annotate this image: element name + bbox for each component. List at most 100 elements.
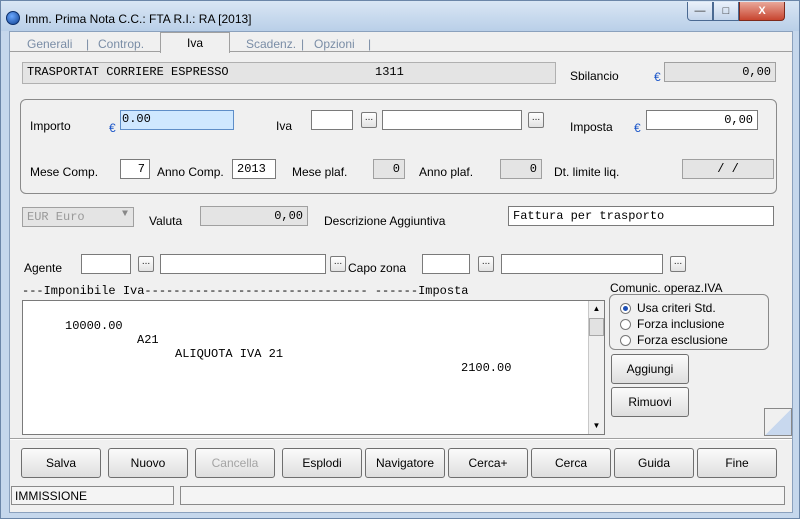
app-icon [6, 11, 20, 25]
status-mode: IMMISSIONE [11, 486, 174, 505]
fine-button[interactable]: Fine [697, 448, 777, 478]
minimize-icon: — [694, 5, 706, 17]
tab-separator: | [368, 37, 372, 51]
agente-lookup-button[interactable]: ... [138, 256, 154, 272]
radio-forza-inclusione[interactable]: Forza inclusione [620, 317, 724, 331]
capozona-lookup-button[interactable]: ... [478, 256, 494, 272]
anno-plaf-label: Anno plaf. [419, 165, 474, 179]
tab-opzioni[interactable]: Opzioni [314, 34, 355, 52]
tab-scadenze[interactable]: Scadenz. [246, 34, 296, 52]
radio-usa-criteri[interactable]: Usa criteri Std. [620, 301, 716, 315]
sbilancio-field: 0,00 [664, 62, 776, 82]
form-client-area: Generali | Controp. Iva Scadenz. | Opzio… [9, 31, 793, 513]
application-window: Imm. Prima Nota C.C.: FTA R.I.: RA [2013… [0, 0, 800, 519]
iva-lookup-button[interactable]: ... [361, 112, 377, 128]
tab-contrope[interactable]: Controp. [98, 34, 144, 52]
close-icon: X [758, 5, 766, 17]
vat-lines-list[interactable]: 10000.00 A21 ALIQUOTA IVA 21 2100.00 ▲ ▼ [22, 300, 605, 435]
valuta-selected-value: EUR Euro [27, 210, 85, 224]
esplodi-button[interactable]: Esplodi [282, 448, 362, 478]
descrizione-input[interactable]: Fattura per trasporto [508, 206, 774, 226]
window-title: Imm. Prima Nota C.C.: FTA R.I.: RA [2013… [25, 12, 252, 26]
description-text: TRASPORTAT CORRIERE ESPRESSO [27, 65, 229, 79]
mese-comp-input[interactable]: 7 [120, 159, 150, 179]
capozona-desc-lookup-button[interactable]: ... [670, 256, 686, 272]
valuta-amount-field: 0,00 [200, 206, 308, 226]
iva-description-input[interactable] [382, 110, 522, 130]
tab-separator: | [301, 37, 305, 51]
tab-strip: Generali | Controp. Iva Scadenz. | Opzio… [10, 32, 792, 53]
importo-input[interactable]: 0.00 [120, 110, 234, 130]
chevron-down-icon: ▼ [121, 209, 128, 220]
aggiungi-button[interactable]: Aggiungi [611, 354, 689, 384]
rimuovi-button[interactable]: Rimuovi [611, 387, 689, 417]
tab-generali[interactable]: Generali [27, 34, 72, 52]
euro-icon: € [634, 121, 641, 135]
guida-button[interactable]: Guida [614, 448, 694, 478]
comunic-title: Comunic. operaz.IVA [610, 281, 723, 295]
maximize-button[interactable]: □ [713, 2, 739, 21]
cerca-button[interactable]: Cerca [531, 448, 611, 478]
title-bar: Imm. Prima Nota C.C.: FTA R.I.: RA [2013… [1, 1, 799, 31]
scroll-down-icon[interactable]: ▼ [589, 418, 604, 434]
mese-plaf-label: Mese plaf. [292, 165, 348, 179]
close-button[interactable]: X [739, 2, 785, 21]
status-message [180, 486, 785, 505]
radio-label: Usa criteri Std. [637, 301, 716, 315]
radio-unchecked-icon [620, 334, 631, 346]
euro-icon: € [654, 70, 661, 84]
imposta-label: Imposta [570, 120, 613, 134]
mese-comp-label: Mese Comp. [30, 165, 99, 179]
dt-limite-field: / / [682, 159, 774, 179]
anno-comp-label: Anno Comp. [157, 165, 224, 179]
descrizione-cell: ALIQUOTA IVA 21 [175, 347, 284, 361]
list-item[interactable]: 10000.00 A21 ALIQUOTA IVA 21 2100.00 [23, 305, 589, 375]
radio-label: Forza inclusione [637, 317, 725, 331]
corner-resize-icon[interactable] [764, 408, 792, 436]
euro-icon: € [109, 121, 116, 135]
maximize-icon: □ [722, 5, 730, 17]
scroll-thumb[interactable] [589, 318, 604, 336]
radio-label: Forza esclusione [637, 333, 728, 347]
tab-separator: | [86, 37, 90, 51]
radio-checked-icon [620, 302, 631, 314]
tab-iva[interactable]: Iva [160, 32, 230, 53]
vertical-scrollbar[interactable]: ▲ ▼ [588, 301, 604, 434]
mese-plaf-field: 0 [373, 159, 405, 179]
vat-table-header: ---Imponibile Iva-----------------------… [22, 284, 469, 298]
capozona-code-input[interactable] [422, 254, 470, 274]
dt-limite-label: Dt. limite liq. [554, 165, 620, 179]
anno-comp-input[interactable]: 2013 [232, 159, 276, 179]
importo-label: Importo [30, 119, 71, 133]
capozona-label: Capo zona [348, 261, 407, 275]
iva-code-input[interactable] [311, 110, 353, 130]
divider [10, 438, 792, 440]
radio-unchecked-icon [620, 318, 631, 330]
scroll-up-icon[interactable]: ▲ [589, 301, 604, 317]
imponibile-cell: 10000.00 [65, 319, 123, 333]
imposta-cell: 2100.00 [461, 361, 512, 375]
iva-label: Iva [276, 119, 293, 133]
minimize-button[interactable]: — [687, 2, 713, 21]
sbilancio-label: Sbilancio [570, 69, 619, 83]
anno-plaf-field: 0 [500, 159, 542, 179]
cerca-plus-button[interactable]: Cerca+ [448, 448, 528, 478]
navigatore-button[interactable]: Navigatore [365, 448, 445, 478]
nuovo-button[interactable]: Nuovo [108, 448, 188, 478]
capozona-description-input[interactable] [501, 254, 663, 274]
radio-forza-esclusione[interactable]: Forza esclusione [620, 333, 728, 347]
agente-code-input[interactable] [81, 254, 131, 274]
codice-cell: A21 [137, 333, 159, 347]
agente-label: Agente [24, 261, 63, 275]
agente-desc-lookup-button[interactable]: ... [330, 256, 346, 272]
imposta-input[interactable]: 0,00 [646, 110, 758, 130]
code-text: 1311 [375, 65, 404, 79]
iva-desc-lookup-button[interactable]: ... [528, 112, 544, 128]
valuta-label: Valuta [149, 214, 183, 228]
descrizione-label: Descrizione Aggiuntiva [324, 214, 446, 228]
salva-button[interactable]: Salva [21, 448, 101, 478]
valuta-select[interactable]: EUR Euro ▼ [22, 207, 134, 227]
agente-description-input[interactable] [160, 254, 326, 274]
cancella-button[interactable]: Cancella [195, 448, 275, 478]
header-description-field: TRASPORTAT CORRIERE ESPRESSO 1311 [22, 62, 556, 84]
